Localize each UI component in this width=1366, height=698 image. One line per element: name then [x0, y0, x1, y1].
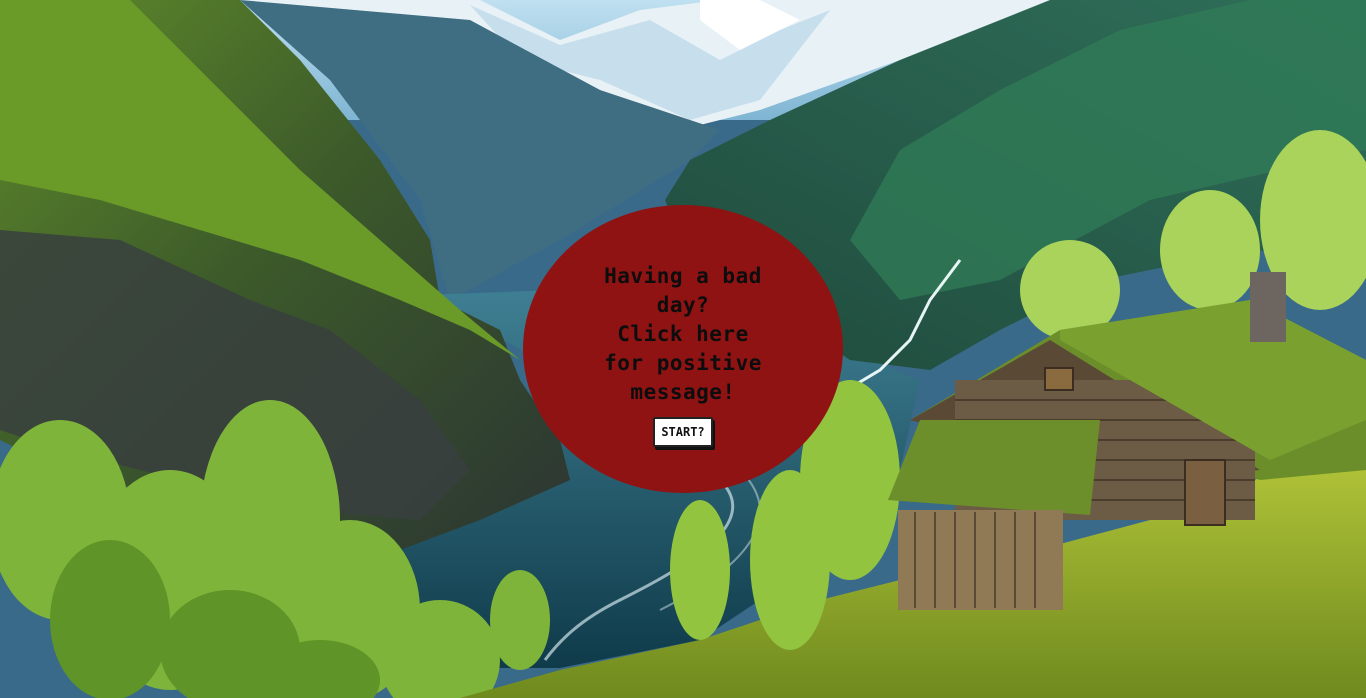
positive-message-bubble: Having a bad day? Click here for positiv… [523, 205, 843, 493]
start-button[interactable]: START? [653, 416, 713, 447]
landing-page: Having a bad day? Click here for positiv… [0, 0, 1366, 698]
headline-message: Having a bad day? Click here for positiv… [604, 263, 762, 404]
